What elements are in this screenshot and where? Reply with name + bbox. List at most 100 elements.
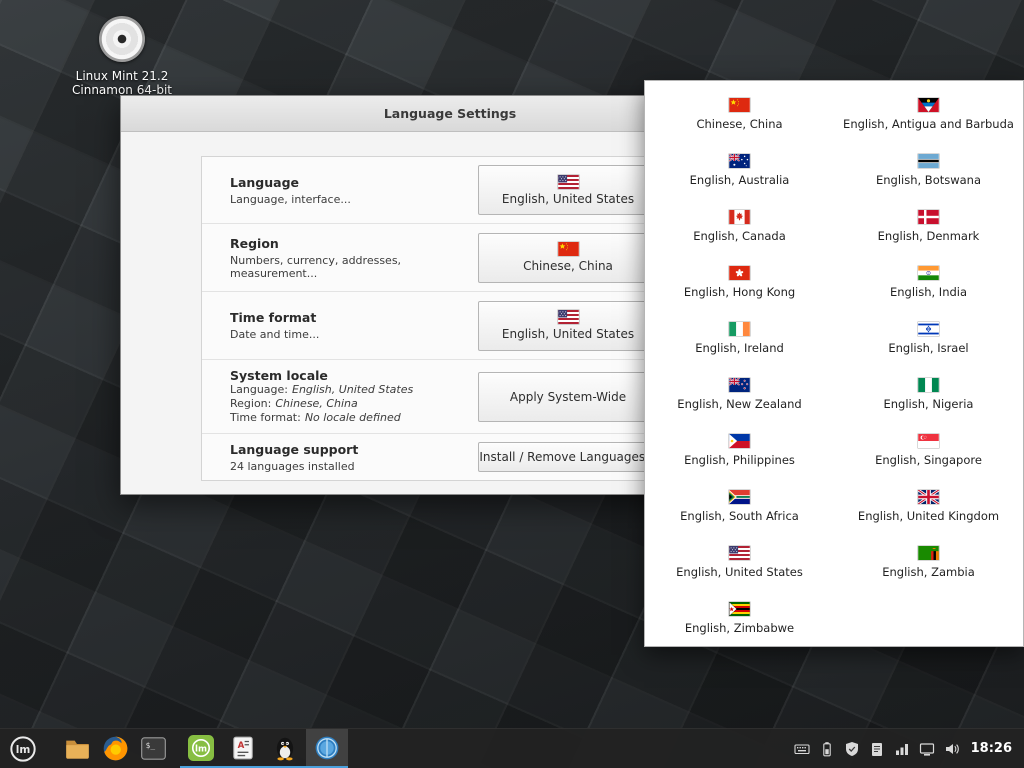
language-option-label: English, United States bbox=[676, 565, 803, 579]
mint-logo-icon: lm bbox=[188, 735, 214, 761]
row-description: Numbers, currency, addresses, measuremen… bbox=[230, 254, 478, 280]
clipboard-icon[interactable] bbox=[869, 741, 885, 757]
keyboard-icon[interactable] bbox=[794, 741, 810, 757]
language-option-english-philippines[interactable]: English, Philippines bbox=[645, 422, 834, 478]
flag-ng-icon bbox=[918, 378, 939, 392]
detail-label: Language: bbox=[230, 383, 288, 396]
firefox-launcher[interactable] bbox=[96, 729, 134, 768]
battery-icon[interactable] bbox=[819, 741, 835, 757]
taskbar-launchers: $_ bbox=[58, 729, 172, 768]
row-text: RegionNumbers, currency, addresses, meas… bbox=[230, 236, 478, 280]
language-option-english-denmark[interactable]: English, Denmark bbox=[834, 198, 1023, 254]
language-option-label: Chinese, China bbox=[696, 117, 782, 131]
language-option-label: English, Philippines bbox=[684, 453, 795, 467]
taskbar-clock[interactable]: 18:26 bbox=[971, 729, 1012, 768]
flag-bw-icon bbox=[918, 154, 939, 168]
display-icon[interactable] bbox=[919, 741, 935, 757]
row-title: Language bbox=[230, 175, 478, 190]
language-option-english-antigua-and-barbuda[interactable]: English, Antigua and Barbuda bbox=[834, 86, 1023, 142]
language-menu-grid: Chinese, China English, Antigua and Barbu… bbox=[645, 81, 1023, 646]
software-app-window-button[interactable] bbox=[306, 729, 348, 768]
language-option-english-singapore[interactable]: English, Singapore bbox=[834, 422, 1023, 478]
language-option-english-zambia[interactable]: English, Zambia bbox=[834, 534, 1023, 590]
row-description: Language, interface... bbox=[230, 193, 478, 206]
language-option-label: English, Israel bbox=[888, 341, 968, 355]
language-option-english-ireland[interactable]: English, Ireland bbox=[645, 310, 834, 366]
language-option-english-nigeria[interactable]: English, Nigeria bbox=[834, 366, 1023, 422]
language-option-english-south-africa[interactable]: English, South Africa bbox=[645, 478, 834, 534]
network-icon[interactable] bbox=[894, 741, 910, 757]
desktop-icon-linux-mint-iso[interactable]: Linux Mint 21.2 Cinnamon 64-bit bbox=[62, 16, 182, 97]
flag-nz-icon bbox=[729, 378, 750, 392]
tux-app-window-button[interactable] bbox=[264, 729, 306, 768]
language-option-english-australia[interactable]: English, Australia bbox=[645, 142, 834, 198]
svg-text:lm: lm bbox=[16, 744, 31, 756]
svg-text:lm: lm bbox=[195, 744, 207, 754]
flag-cn-icon bbox=[729, 98, 750, 112]
language-option-label: English, Denmark bbox=[878, 229, 980, 243]
time-format-button[interactable]: English, United States bbox=[478, 301, 658, 351]
language-option-english-india[interactable]: English, India bbox=[834, 254, 1023, 310]
language-option-label: English, New Zealand bbox=[677, 397, 801, 411]
detail-label: Region: bbox=[230, 397, 271, 410]
system-tray bbox=[794, 729, 960, 768]
settings-row-language: Language Language, interface... English, U… bbox=[202, 157, 672, 224]
flag-il-icon bbox=[918, 322, 939, 336]
language-support-button[interactable]: Install / Remove Languages... bbox=[478, 442, 658, 472]
mint-install-window-button[interactable]: lm bbox=[180, 729, 222, 768]
flag-zw-icon bbox=[729, 602, 750, 616]
language-option-english-united-states[interactable]: English, United States bbox=[645, 534, 834, 590]
shield-icon[interactable] bbox=[844, 741, 860, 757]
flag-au-icon bbox=[729, 154, 750, 168]
language-option-chinese-china[interactable]: Chinese, China bbox=[645, 86, 834, 142]
language-doc-window-button[interactable]: A bbox=[222, 729, 264, 768]
flag-ph-icon bbox=[729, 434, 750, 448]
files-launcher[interactable] bbox=[58, 729, 96, 768]
system-locale-button[interactable]: Apply System-Wide bbox=[478, 372, 658, 422]
button-label: Install / Remove Languages... bbox=[479, 450, 656, 464]
language-option-label: English, Zimbabwe bbox=[685, 621, 794, 635]
language-option-english-zimbabwe[interactable]: English, Zimbabwe bbox=[645, 590, 834, 646]
language-option-label: English, United Kingdom bbox=[858, 509, 999, 523]
language-option-english-new-zealand[interactable]: English, New Zealand bbox=[645, 366, 834, 422]
region-button[interactable]: Chinese, China bbox=[478, 233, 658, 283]
settings-row-time-format: Time formatDate and time...English, Unit… bbox=[202, 292, 672, 360]
locale-detail-line: Time format:No locale defined bbox=[230, 411, 478, 425]
taskbar-spacer bbox=[348, 729, 794, 768]
settings-list: Language Language, interface... English, U… bbox=[201, 156, 673, 481]
flag-ie-icon bbox=[729, 322, 750, 336]
flag-us-icon bbox=[558, 310, 579, 324]
flag-gb-icon bbox=[918, 490, 939, 504]
settings-row-system-locale: System localeLanguage:English, United St… bbox=[202, 360, 672, 434]
window-title: Language Settings bbox=[384, 106, 516, 121]
svg-text:A: A bbox=[238, 741, 245, 751]
row-text: Language support24 languages installed bbox=[230, 442, 478, 473]
flag-dk-icon bbox=[918, 210, 939, 224]
row-description: Date and time... bbox=[230, 328, 478, 341]
detail-value: No locale defined bbox=[305, 411, 401, 424]
disc-icon bbox=[99, 16, 145, 62]
language-option-english-botswana[interactable]: English, Botswana bbox=[834, 142, 1023, 198]
language-option-label: English, Zambia bbox=[882, 565, 975, 579]
locale-detail-line: Language:English, United States bbox=[230, 383, 478, 397]
flag-sg-icon bbox=[918, 434, 939, 448]
button-label: English, United States bbox=[502, 192, 634, 206]
language-button[interactable]: English, United States bbox=[478, 165, 658, 215]
mint-menu-button[interactable]: lm bbox=[0, 729, 46, 768]
language-option-english-israel[interactable]: English, Israel bbox=[834, 310, 1023, 366]
flag-ag-icon bbox=[918, 98, 939, 112]
detail-value: Chinese, China bbox=[275, 397, 357, 410]
row-text: System localeLanguage:English, United St… bbox=[230, 368, 478, 425]
language-option-english-hong-kong[interactable]: English, Hong Kong bbox=[645, 254, 834, 310]
language-option-english-canada[interactable]: English, Canada bbox=[645, 198, 834, 254]
volume-icon[interactable] bbox=[944, 741, 960, 757]
settings-row-language-support: Language support24 languages installedIn… bbox=[202, 434, 672, 480]
flag-ca-icon bbox=[729, 210, 750, 224]
row-title: System locale bbox=[230, 368, 478, 383]
flag-us-icon bbox=[558, 175, 579, 189]
blue-sphere-icon bbox=[314, 735, 340, 761]
terminal-launcher[interactable]: $_ bbox=[134, 729, 172, 768]
taskbar: lm $_ lm A 18:26 bbox=[0, 728, 1024, 768]
svg-text:$_: $_ bbox=[145, 741, 155, 750]
language-option-english-united-kingdom[interactable]: English, United Kingdom bbox=[834, 478, 1023, 534]
